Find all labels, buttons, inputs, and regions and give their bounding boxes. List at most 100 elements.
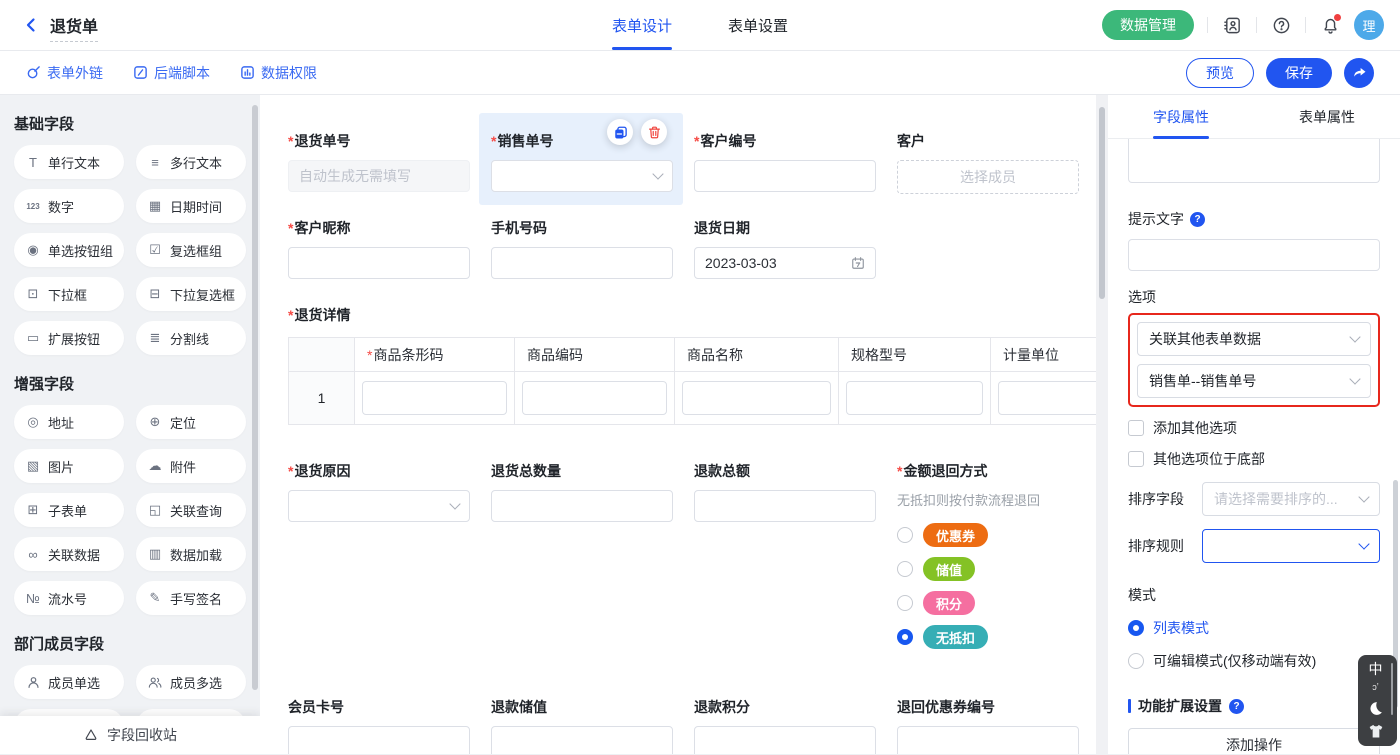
field-recycle-bin[interactable]: 字段回收站	[0, 716, 260, 754]
translate-widget[interactable]: 中 ɔʼ	[1358, 655, 1397, 746]
sort-field-select[interactable]: 请选择需要排序的...	[1202, 482, 1380, 516]
backend-script-link[interactable]: 后端脚本	[133, 63, 210, 83]
option-field-select[interactable]: 销售单--销售单号	[1137, 364, 1371, 398]
table-cell-input[interactable]	[998, 381, 1096, 415]
field-sales-no-selected[interactable]: 销售单号	[491, 131, 673, 192]
sidebar-item-member-single[interactable]: 成员单选	[14, 665, 124, 699]
customer-no-input[interactable]	[694, 160, 876, 192]
sidebar-item-multi-line-text[interactable]: ≡多行文本	[136, 145, 246, 179]
moon-icon[interactable]	[1367, 700, 1384, 717]
field-detail-table[interactable]: 退货详情 商品条形码商品编码商品名称规格型号计量单位1	[288, 305, 1096, 425]
hint-text-input[interactable]	[1128, 239, 1380, 271]
field-return-date[interactable]: 退货日期 2023-03-03	[694, 218, 876, 279]
field-title-textarea[interactable]	[1128, 139, 1380, 183]
radio-icon[interactable]	[1128, 653, 1144, 669]
field-nickname[interactable]: 客户昵称	[288, 218, 470, 279]
data-permission-link[interactable]: 数据权限	[240, 63, 317, 83]
field-member-card[interactable]: 会员卡号	[288, 697, 470, 754]
sidebar-scrollbar[interactable]	[252, 105, 258, 690]
sales-no-select[interactable]	[491, 160, 673, 192]
sidebar-item-serial-number[interactable]: №流水号	[14, 581, 124, 615]
field-customer[interactable]: 客户 选择成员	[897, 131, 1079, 194]
back-button[interactable]	[20, 14, 42, 36]
tab-field-properties[interactable]: 字段属性	[1108, 95, 1254, 138]
sidebar-item-linked-data[interactable]: ∞关联数据	[14, 537, 124, 571]
sidebar-item-dropdown[interactable]: ⊡下拉框	[14, 277, 124, 311]
radio-icon[interactable]	[897, 629, 913, 645]
sidebar-item-single-line-text[interactable]: T单行文本	[14, 145, 124, 179]
sidebar-item-data-load[interactable]: ▥数据加载	[136, 537, 246, 571]
table-cell-input[interactable]	[682, 381, 831, 415]
sidebar-item-image[interactable]: ▧图片	[14, 449, 124, 483]
form-external-link[interactable]: 表单外链	[26, 63, 103, 83]
duplicate-field-button[interactable]	[607, 119, 633, 145]
payment-option-3[interactable]: 无抵扣	[897, 625, 1079, 649]
field-reason[interactable]: 退货原因	[288, 461, 470, 522]
add-action-button[interactable]: 添加操作	[1128, 728, 1380, 754]
radio-icon[interactable]	[897, 595, 913, 611]
sidebar-item-subform[interactable]: ⊞子表单	[14, 493, 124, 527]
total-refund-input[interactable]	[694, 490, 876, 522]
sidebar-item-address[interactable]: ◎地址	[14, 405, 124, 439]
reason-select[interactable]	[288, 490, 470, 522]
payment-option-1[interactable]: 储值	[897, 557, 1079, 581]
phone-input[interactable]	[491, 247, 673, 279]
payment-option-tag[interactable]: 无抵扣	[923, 625, 988, 649]
checkbox-icon[interactable]	[1128, 451, 1144, 467]
field-total-refund[interactable]: 退款总额	[694, 461, 876, 522]
nickname-input[interactable]	[288, 247, 470, 279]
shirt-icon[interactable]	[1368, 724, 1384, 739]
payment-option-tag[interactable]: 积分	[923, 591, 975, 615]
sidebar-item-linked-query[interactable]: ◱关联查询	[136, 493, 246, 527]
editable-mode-radio[interactable]: 可编辑模式(仅移动端有效)	[1128, 651, 1380, 671]
save-button[interactable]: 保存	[1266, 58, 1332, 88]
table-cell-input[interactable]	[362, 381, 507, 415]
canvas-scrollbar[interactable]	[1099, 107, 1105, 299]
payment-option-0[interactable]: 优惠券	[897, 523, 1079, 547]
sort-rule-select[interactable]	[1202, 529, 1380, 563]
payment-option-2[interactable]: 积分	[897, 591, 1079, 615]
share-button[interactable]	[1344, 58, 1374, 88]
field-total-qty[interactable]: 退货总数量	[491, 461, 673, 522]
avatar[interactable]: 理	[1354, 10, 1384, 40]
list-mode-radio[interactable]: 列表模式	[1128, 618, 1380, 638]
radio-icon[interactable]	[1128, 620, 1144, 636]
help-circle-icon[interactable]: ?	[1190, 212, 1205, 227]
radio-icon[interactable]	[897, 561, 913, 577]
refund-stored-input[interactable]	[491, 726, 673, 754]
help-icon[interactable]	[1270, 14, 1292, 36]
payment-option-tag[interactable]: 储值	[923, 557, 975, 581]
sidebar-item-checkbox-group[interactable]: ☑复选框组	[136, 233, 246, 267]
data-manage-button[interactable]: 数据管理	[1102, 10, 1194, 40]
bell-icon[interactable]	[1319, 14, 1341, 36]
tab-form-settings[interactable]: 表单设置	[728, 0, 788, 50]
field-payment-method[interactable]: 金额退回方式 无抵扣则按付款流程退回 优惠券储值积分无抵扣	[897, 461, 1079, 659]
sidebar-item-divider[interactable]: ≣分割线	[136, 321, 246, 355]
field-order-no[interactable]: 退货单号 自动生成无需填写	[288, 131, 470, 192]
sidebar-item-number[interactable]: 123数字	[14, 189, 124, 223]
sidebar-item-extend-button[interactable]: ▭扩展按钮	[14, 321, 124, 355]
preview-button[interactable]: 预览	[1186, 58, 1254, 88]
table-cell-input[interactable]	[522, 381, 667, 415]
sidebar-item-dropdown-multi[interactable]: ⊟下拉复选框	[136, 277, 246, 311]
payment-option-tag[interactable]: 优惠券	[923, 523, 988, 547]
checkbox-icon[interactable]	[1128, 420, 1144, 436]
field-refund-points[interactable]: 退款积分	[694, 697, 876, 754]
tab-form-design[interactable]: 表单设计	[612, 0, 672, 50]
return-date-input[interactable]: 2023-03-03	[694, 247, 876, 279]
address-book-icon[interactable]	[1221, 14, 1243, 36]
sidebar-item-radio-group[interactable]: ◉单选按钮组	[14, 233, 124, 267]
other-option-bottom-checkbox[interactable]: 其他选项位于底部	[1128, 449, 1380, 469]
sidebar-item-location[interactable]: ⊕定位	[136, 405, 246, 439]
sidebar-item-datetime[interactable]: ▦日期时间	[136, 189, 246, 223]
field-phone[interactable]: 手机号码	[491, 218, 673, 279]
sidebar-item-attachment[interactable]: ☁附件	[136, 449, 246, 483]
select-member-button[interactable]: 选择成员	[897, 160, 1079, 194]
total-qty-input[interactable]	[491, 490, 673, 522]
refund-points-input[interactable]	[694, 726, 876, 754]
field-coupon-no[interactable]: 退回优惠券编号	[897, 697, 1079, 754]
field-refund-stored[interactable]: 退款储值	[491, 697, 673, 754]
help-circle-icon[interactable]: ?	[1229, 699, 1244, 714]
coupon-no-input[interactable]	[897, 726, 1079, 754]
member-card-input[interactable]	[288, 726, 470, 754]
